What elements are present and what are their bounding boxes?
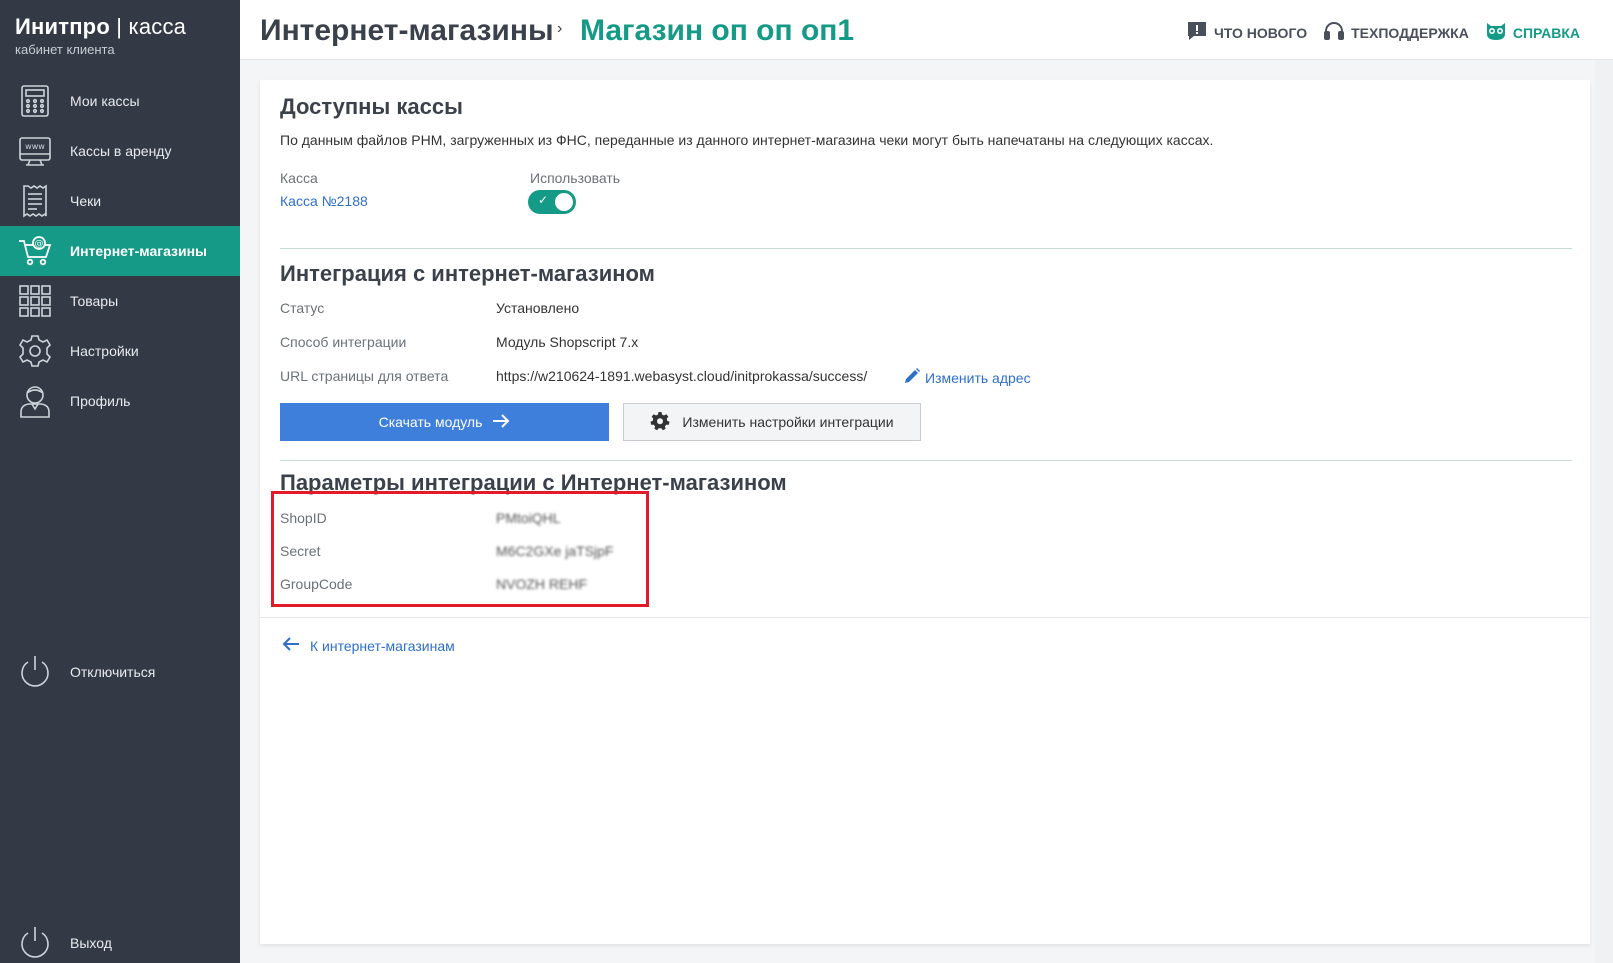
support-link[interactable]: ТЕХПОДДЕРЖКА [1323, 20, 1469, 45]
method-label: Способ интеграции [280, 334, 407, 350]
integration-settings-label: Изменить настройки интеграции [682, 414, 894, 430]
sidebar-item-label: Профиль [70, 393, 131, 409]
page-title: Магазин оп оп оп1 [580, 14, 855, 47]
change-url-label: Изменить адрес [925, 369, 1031, 386]
support-label: ТЕХПОДДЕРЖКА [1351, 24, 1469, 41]
sidebar-item-products[interactable]: Товары [0, 276, 240, 326]
available-kassas-title: Доступны кассы [280, 94, 463, 119]
brand-name-light: касса [128, 14, 187, 39]
sidebar-item-label: Мои кассы [70, 93, 140, 109]
disconnect-label: Отключиться [70, 664, 156, 680]
owl-icon [1485, 20, 1507, 45]
kassa-column-label: Касса [280, 170, 318, 186]
sidebar-item-receipts[interactable]: Чеки [0, 176, 240, 226]
url-value: https://w210624-1891.webasyst.cloud/init… [496, 368, 868, 384]
section-divider [280, 460, 1572, 461]
download-module-label: Скачать модуль [378, 414, 483, 430]
breadcrumb-root[interactable]: Интернет-магазины [260, 14, 554, 48]
main-card: Доступны кассы По данным файлов РНМ, заг… [260, 80, 1590, 944]
back-to-shops-link[interactable]: К интернет-магазинам [282, 636, 455, 655]
receipt-icon [16, 182, 54, 220]
change-url-link[interactable]: Изменить адрес [903, 367, 1031, 388]
brand-name-bold: Инитпро [15, 14, 110, 39]
sidebar-item-rent-kassas[interactable]: www Кассы в аренду [0, 126, 240, 176]
sidebar-item-online-shops[interactable]: @ Интернет-магазины [0, 226, 240, 276]
shopping-cart-icon: @ [16, 232, 54, 270]
grid-icon [16, 282, 54, 320]
headset-icon [1323, 20, 1345, 45]
back-link-label: К интернет-магазинам [310, 637, 455, 654]
whats-new-link[interactable]: ЧТО НОВОГО [1186, 20, 1307, 45]
user-icon [16, 382, 54, 420]
logout-label: Выход [70, 935, 112, 951]
sidebar-item-label: Чеки [70, 193, 102, 209]
chat-alert-icon [1186, 20, 1208, 45]
brand-separator: | [116, 14, 123, 39]
gear-icon [650, 411, 670, 434]
gear-icon [16, 332, 54, 370]
use-column-label: Использовать [530, 170, 621, 186]
kassa-link[interactable]: Касса №2188 [280, 193, 368, 209]
cash-register-icon [16, 82, 54, 120]
method-value: Модуль Shopscript 7.x [496, 334, 639, 350]
pencil-icon [903, 367, 921, 388]
integration-title: Интеграция с интернет-магазином [280, 261, 655, 286]
sidebar-nav: Мои кассы www Кассы в аренду Чеки @ Инте… [0, 76, 240, 426]
toggle-knob [555, 193, 573, 211]
status-value: Установлено [496, 300, 580, 316]
url-label: URL страницы для ответа [280, 368, 449, 384]
arrow-left-icon [282, 636, 300, 655]
arrow-right-icon [492, 413, 510, 432]
available-kassas-description: По данным файлов РНМ, загруженных из ФНС… [280, 132, 1214, 148]
help-link[interactable]: СПРАВКА [1485, 20, 1580, 45]
disconnect-button[interactable]: Отключиться [0, 647, 240, 697]
top-header: Интернет-магазины › Магазин оп оп оп1 ЧТ… [240, 0, 1613, 60]
power-icon [16, 924, 54, 962]
highlight-box [271, 491, 649, 607]
sidebar-item-label: Кассы в аренду [70, 143, 172, 159]
use-kassa-toggle[interactable]: ✓ [528, 190, 576, 214]
power-icon [16, 653, 54, 691]
www-terminal-icon: www [16, 132, 54, 170]
brand-subtitle: кабинет клиента [15, 42, 115, 57]
brand-logo[interactable]: Инитпро | касса кабинет клиента [15, 14, 186, 57]
breadcrumb-separator: › [557, 20, 563, 37]
status-label: Статус [280, 300, 325, 316]
sidebar-item-profile[interactable]: Профиль [0, 376, 240, 426]
sidebar-item-my-kassas[interactable]: Мои кассы [0, 76, 240, 126]
sidebar-item-label: Товары [70, 293, 119, 309]
sidebar: Инитпро | касса кабинет клиента Мои касс… [0, 0, 240, 963]
whats-new-label: ЧТО НОВОГО [1213, 24, 1308, 41]
sidebar-item-settings[interactable]: Настройки [0, 326, 240, 376]
help-label: СПРАВКА [1512, 24, 1580, 41]
page-scrollbar[interactable] [1595, 60, 1613, 963]
footer-divider [260, 617, 1590, 618]
svg-text:www: www [25, 142, 45, 151]
logout-button[interactable]: Выход [0, 918, 240, 963]
sidebar-item-label: Настройки [70, 343, 139, 359]
sidebar-item-label: Интернет-магазины [70, 243, 208, 259]
download-module-button[interactable]: Скачать модуль [280, 403, 609, 441]
check-icon: ✓ [538, 193, 549, 207]
svg-text:@: @ [35, 239, 44, 249]
brand-name: Инитпро | касса [15, 14, 186, 40]
integration-settings-button[interactable]: Изменить настройки интеграции [623, 403, 921, 441]
header-links: ЧТО НОВОГО ТЕХПОДДЕРЖКА СПРАВКА [1186, 20, 1580, 45]
section-divider [280, 248, 1572, 249]
